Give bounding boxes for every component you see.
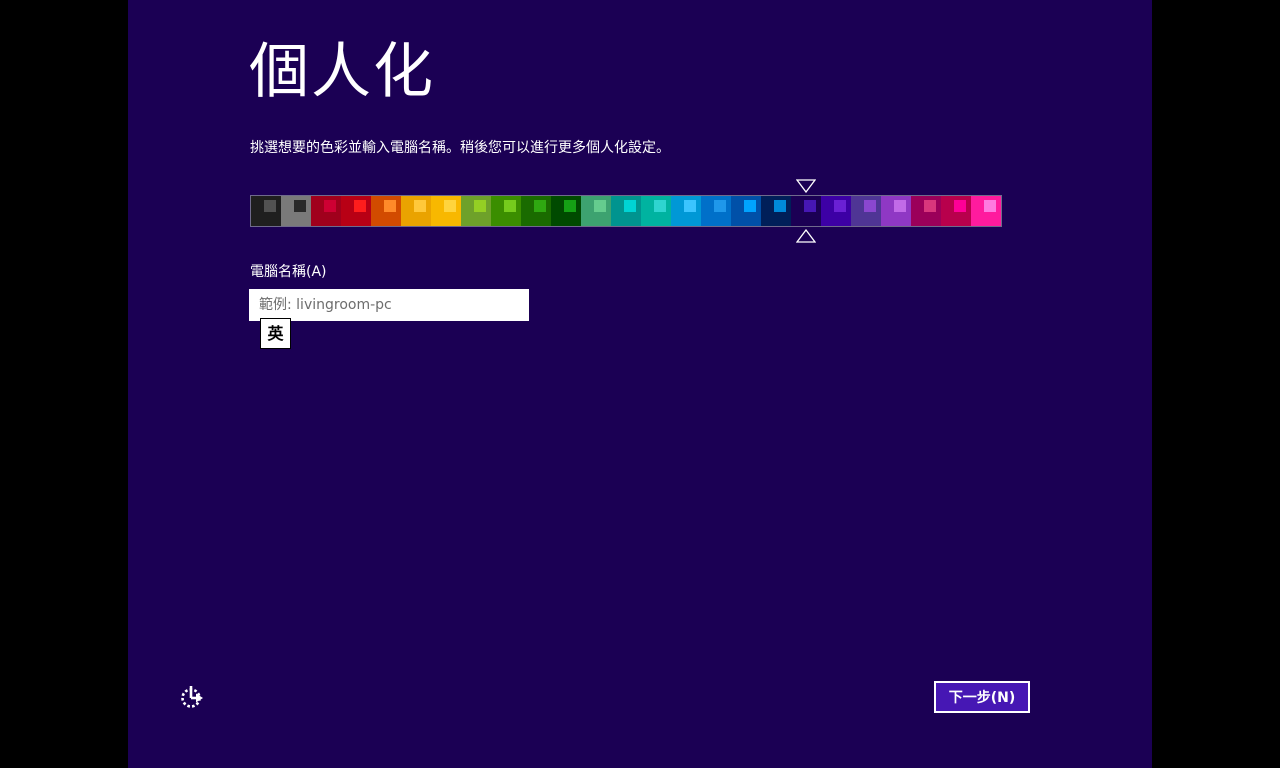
color-swatch[interactable] <box>671 196 701 226</box>
instruction-text: 挑選想要的色彩並輸入電腦名稱。稍後您可以進行更多個人化設定。 <box>250 140 670 156</box>
color-swatch-accent <box>954 200 966 212</box>
color-swatch[interactable] <box>731 196 761 226</box>
color-swatch[interactable] <box>581 196 611 226</box>
color-swatch[interactable] <box>551 196 581 226</box>
color-swatch[interactable] <box>641 196 671 226</box>
color-swatch[interactable] <box>791 196 821 226</box>
page-title: 個人化 <box>249 37 435 107</box>
color-swatch-accent <box>864 200 876 212</box>
computer-name-input[interactable] <box>249 289 529 321</box>
color-swatch[interactable] <box>821 196 851 226</box>
color-swatch[interactable] <box>251 196 281 226</box>
color-swatch-accent <box>924 200 936 212</box>
selected-color-marker-top <box>796 179 816 193</box>
color-swatch-accent <box>324 200 336 212</box>
color-swatch-accent <box>744 200 756 212</box>
color-swatch-accent <box>384 200 396 212</box>
color-swatch-accent <box>354 200 366 212</box>
color-swatch[interactable] <box>281 196 311 226</box>
color-palette <box>250 195 1002 227</box>
color-swatch-accent <box>264 200 276 212</box>
ease-of-access-icon <box>181 686 203 708</box>
ime-mode-indicator[interactable]: 英 <box>260 318 291 349</box>
selected-color-marker-bottom <box>796 229 816 243</box>
color-swatch[interactable] <box>311 196 341 226</box>
color-swatch-accent <box>624 200 636 212</box>
color-swatch[interactable] <box>431 196 461 226</box>
color-swatch-accent <box>294 200 306 212</box>
ease-of-access-button[interactable] <box>179 683 207 711</box>
color-swatch[interactable] <box>461 196 491 226</box>
color-swatch-accent <box>504 200 516 212</box>
color-swatch[interactable] <box>941 196 971 226</box>
color-swatch[interactable] <box>971 196 1001 226</box>
color-swatch-accent <box>654 200 666 212</box>
color-swatch-accent <box>534 200 546 212</box>
color-swatch[interactable] <box>761 196 791 226</box>
color-swatch-accent <box>834 200 846 212</box>
color-swatch[interactable] <box>611 196 641 226</box>
color-swatch[interactable] <box>491 196 521 226</box>
color-swatch[interactable] <box>911 196 941 226</box>
color-swatch[interactable] <box>701 196 731 226</box>
color-swatch-accent <box>984 200 996 212</box>
color-swatch[interactable] <box>401 196 431 226</box>
color-swatch-accent <box>894 200 906 212</box>
color-swatch-accent <box>414 200 426 212</box>
color-swatch-accent <box>474 200 486 212</box>
color-swatch[interactable] <box>521 196 551 226</box>
computer-name-label: 電腦名稱(A) <box>250 264 327 280</box>
color-swatch[interactable] <box>881 196 911 226</box>
color-swatch-accent <box>774 200 786 212</box>
color-swatch-accent <box>714 200 726 212</box>
color-swatch-accent <box>684 200 696 212</box>
color-swatch[interactable] <box>341 196 371 226</box>
color-swatch-accent <box>564 200 576 212</box>
color-swatch[interactable] <box>851 196 881 226</box>
color-swatch[interactable] <box>371 196 401 226</box>
color-swatch-accent <box>444 200 456 212</box>
color-swatch-accent <box>594 200 606 212</box>
next-button[interactable]: 下一步(N) <box>934 681 1030 713</box>
color-swatch-accent <box>804 200 816 212</box>
setup-page: 個人化 挑選想要的色彩並輸入電腦名稱。稍後您可以進行更多個人化設定。 電腦名稱(… <box>128 0 1152 768</box>
